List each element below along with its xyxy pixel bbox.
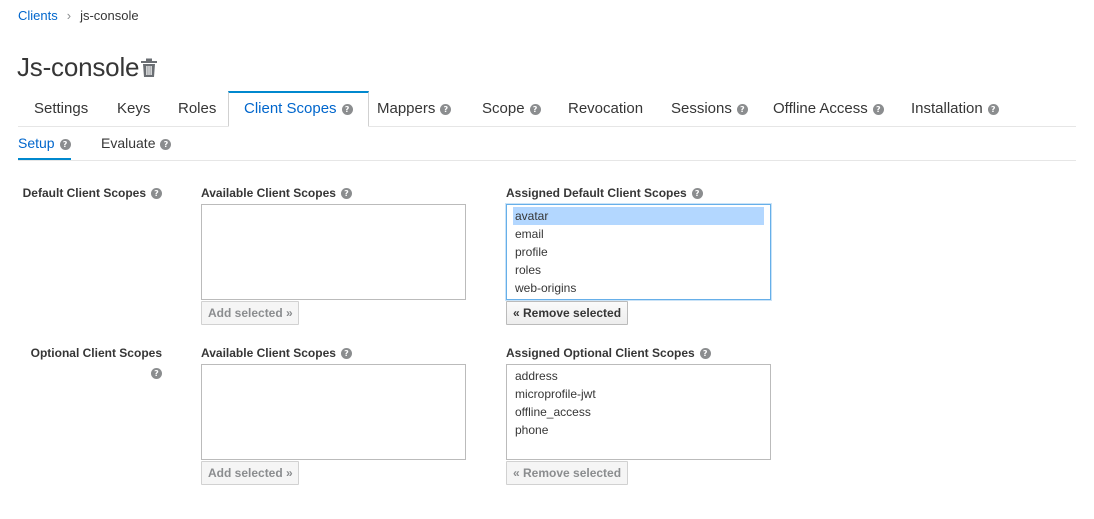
tab-label: Mappers xyxy=(377,100,436,117)
default-assigned-label: Assigned Default Client Scopes? xyxy=(506,186,703,200)
trash-icon[interactable] xyxy=(140,58,158,78)
tab-scope[interactable]: Scope? xyxy=(482,91,541,125)
breadcrumb-separator: › xyxy=(66,8,72,23)
help-icon[interactable]: ? xyxy=(340,348,352,359)
help-icon[interactable]: ? xyxy=(59,139,71,150)
list-option[interactable]: microprofile-jwt xyxy=(513,385,764,403)
tab-label: Keys xyxy=(117,100,151,117)
optional-assigned-label: Assigned Optional Client Scopes? xyxy=(506,346,711,360)
page-title: Js-console xyxy=(17,52,140,82)
list-option[interactable]: avatar xyxy=(513,207,764,225)
list-option[interactable]: email xyxy=(513,225,764,243)
help-icon[interactable]: ? xyxy=(340,188,352,199)
list-option[interactable]: profile xyxy=(513,243,764,261)
col-label-text: Available Client Scopes xyxy=(201,186,336,200)
row-label-text: Optional Client Scopes xyxy=(30,346,162,360)
help-icon[interactable]: ? xyxy=(151,368,162,379)
tab-settings[interactable]: Settings xyxy=(34,91,88,125)
default-scopes-label: Default Client Scopes? xyxy=(20,186,162,200)
help-icon[interactable]: ? xyxy=(872,104,884,115)
help-icon[interactable]: ? xyxy=(151,188,162,199)
breadcrumb-clients-link[interactable]: Clients xyxy=(18,8,58,23)
optional-scopes-label: Optional Client Scopes ? xyxy=(20,346,162,380)
tab-roles[interactable]: Roles xyxy=(178,91,216,125)
tab-installation[interactable]: Installation? xyxy=(911,91,999,125)
optional-assigned-listbox[interactable]: address microprofile-jwt offline_access … xyxy=(506,364,771,460)
tab-label: Scope xyxy=(482,100,525,117)
tab-label: Roles xyxy=(178,100,217,117)
tab-label: Client Scopes xyxy=(244,100,337,117)
subtab-evaluate[interactable]: Evaluate? xyxy=(101,128,172,158)
help-icon[interactable]: ? xyxy=(691,188,703,199)
list-option[interactable]: roles xyxy=(513,261,764,279)
list-option[interactable]: web-origins xyxy=(513,279,764,297)
tab-label: Revocation xyxy=(568,100,644,117)
subtab-label: Setup xyxy=(18,135,55,151)
tab-bar: Settings Keys Roles Client Scopes? Mappe… xyxy=(18,91,1076,127)
col-label-text: Assigned Optional Client Scopes xyxy=(506,346,695,360)
tab-revocation[interactable]: Revocation xyxy=(568,91,643,125)
breadcrumb: Clients › js-console xyxy=(18,8,139,23)
col-label-text: Assigned Default Client Scopes xyxy=(506,186,687,200)
default-available-label: Available Client Scopes? xyxy=(201,186,352,200)
tab-mappers[interactable]: Mappers? xyxy=(377,91,452,125)
default-available-listbox[interactable] xyxy=(201,204,466,300)
tab-label: Settings xyxy=(34,100,89,117)
tab-label: Offline Access xyxy=(773,100,868,117)
help-icon[interactable]: ? xyxy=(987,104,999,115)
help-icon[interactable]: ? xyxy=(341,104,353,115)
tab-label: Installation xyxy=(911,100,983,117)
tab-client-scopes[interactable]: Client Scopes? xyxy=(228,91,369,127)
tab-offline-access[interactable]: Offline Access? xyxy=(773,91,884,125)
list-option[interactable]: phone xyxy=(513,421,764,439)
default-remove-selected-button[interactable]: « Remove selected xyxy=(506,301,628,325)
row-label-text: Default Client Scopes xyxy=(22,186,146,200)
tab-label: Sessions xyxy=(671,100,732,117)
optional-remove-selected-button[interactable]: « Remove selected xyxy=(506,461,628,485)
col-label-text: Available Client Scopes xyxy=(201,346,336,360)
help-icon[interactable]: ? xyxy=(736,104,748,115)
help-icon[interactable]: ? xyxy=(160,139,172,150)
help-icon[interactable]: ? xyxy=(440,104,452,115)
default-assigned-listbox[interactable]: avatar email profile roles web-origins xyxy=(506,204,771,300)
list-option[interactable]: offline_access xyxy=(513,403,764,421)
optional-add-selected-button[interactable]: Add selected » xyxy=(201,461,299,485)
subtab-setup[interactable]: Setup? xyxy=(18,128,71,160)
help-icon[interactable]: ? xyxy=(529,104,541,115)
optional-available-label: Available Client Scopes? xyxy=(201,346,352,360)
tab-keys[interactable]: Keys xyxy=(117,91,150,125)
optional-available-listbox[interactable] xyxy=(201,364,466,460)
subtab-label: Evaluate xyxy=(101,135,156,151)
breadcrumb-current: js-console xyxy=(80,8,139,23)
default-add-selected-button[interactable]: Add selected » xyxy=(201,301,299,325)
list-option[interactable]: address xyxy=(513,367,764,385)
tab-sessions[interactable]: Sessions? xyxy=(671,91,748,125)
help-icon[interactable]: ? xyxy=(699,348,711,359)
subtab-bar: Setup? Evaluate? xyxy=(18,128,1076,161)
